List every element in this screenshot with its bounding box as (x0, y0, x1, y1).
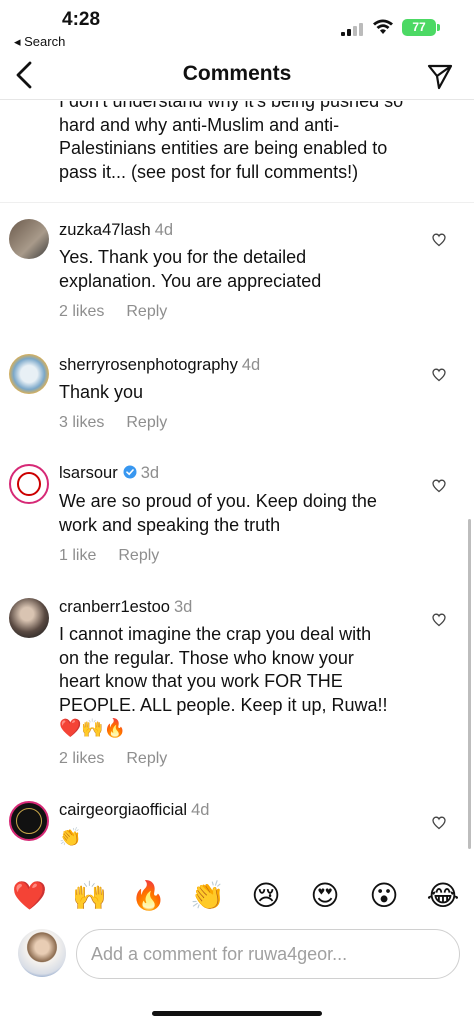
comment-time: 4d (241, 356, 261, 374)
username-text[interactable]: cranberr1estoo (59, 598, 170, 616)
comment-time: 3d (173, 598, 193, 616)
emoji-surprised-button[interactable]: 😮 (367, 879, 401, 913)
caption-line: pass it... (see post for full comments!) (59, 161, 359, 182)
username-text[interactable]: zuzka47lash (59, 221, 151, 239)
like-heart-icon[interactable] (432, 613, 446, 627)
reply-button[interactable]: Reply (118, 547, 159, 564)
comment-line: We are so proud of you. Keep doing the (59, 491, 377, 511)
comment-time: 4d (191, 801, 210, 819)
likes-count[interactable]: 2 likes (59, 303, 104, 320)
divider (0, 202, 474, 203)
likes-count[interactable]: 2 likes (59, 750, 104, 767)
cellular-signal-icon (341, 23, 365, 36)
comment-meta: 1 like Reply (59, 547, 181, 565)
comment-text: Yes. Thank you for the detailed explanat… (59, 246, 429, 293)
comment-meta: 2 likes Reply (59, 750, 189, 768)
emoji-crying-button[interactable]: 😢 (249, 879, 283, 913)
comment-text: We are so proud of you. Keep doing the w… (59, 490, 429, 537)
comments-list[interactable]: I don't understand why it's being pushed… (0, 101, 474, 864)
username-text[interactable]: lsarsour (59, 464, 118, 482)
reply-button[interactable]: Reply (126, 750, 167, 767)
avatar-logo-icon (16, 808, 42, 834)
comment-line: 👏 (59, 827, 82, 847)
comment-meta: 3 likes Reply (59, 414, 189, 432)
reply-button[interactable]: Reply (126, 303, 167, 320)
username-text[interactable]: sherryrosenphotography (59, 356, 238, 374)
like-heart-icon[interactable] (432, 368, 446, 382)
battery-indicator: 77 (402, 19, 440, 36)
like-heart-icon[interactable] (432, 479, 446, 493)
comment-line: PEOPLE. ALL people. Keep it up, Ruwa!! (59, 694, 388, 715)
emoji-clap-button[interactable]: 👏 (190, 879, 225, 913)
avatar (18, 929, 66, 977)
caption-line: Palestinians entities are being enabled … (59, 138, 388, 158)
emoji-laughing-button[interactable]: 😂 (426, 879, 460, 913)
username-text[interactable]: cairgeorgiaofficial (59, 801, 187, 819)
comment-username[interactable]: cairgeorgiaofficial 4d (59, 801, 209, 820)
send-direct-icon[interactable] (426, 62, 454, 90)
wifi-icon (373, 19, 393, 34)
comment-line: I cannot imagine the crap you deal with (59, 624, 372, 644)
comment-line: ❤️🙌🔥 (59, 718, 127, 738)
comment-line: explanation. You are appreciated (59, 270, 322, 291)
comments-header: Comments (0, 52, 474, 100)
comment-line: on the regular. Those who know your (59, 647, 354, 668)
like-heart-icon[interactable] (432, 816, 446, 830)
page-title: Comments (182, 62, 292, 85)
comment-input[interactable] (76, 929, 460, 979)
emoji-heart-button[interactable]: ❤️ (12, 879, 47, 913)
comment-text: 👏 (59, 826, 429, 850)
back-to-search-link[interactable]: ◂ Search (14, 34, 65, 50)
status-time: 4:28 (62, 9, 101, 30)
reply-button[interactable]: Reply (126, 414, 167, 431)
comment-composer (0, 925, 474, 985)
emoji-quick-bar: ❤️ 🙌 🔥 👏 😢 😍 😮 😂 (0, 871, 474, 921)
comment-time: 3d (140, 464, 160, 482)
likes-count[interactable]: 1 like (59, 547, 96, 564)
emoji-heart-eyes-button[interactable]: 😍 (308, 879, 342, 913)
caption-line: I don't understand why it's being pushed… (59, 101, 404, 111)
home-indicator[interactable] (152, 1011, 322, 1016)
comment-line: Yes. Thank you for the detailed (59, 247, 307, 267)
comment-username[interactable]: zuzka47lash 4d (59, 221, 173, 240)
avatar[interactable] (9, 801, 49, 841)
caption-line: hard and why anti-Muslim and anti- (59, 114, 340, 135)
likes-count[interactable]: 3 likes (59, 414, 104, 431)
status-bar: 4:28 ◂ Search 77 (0, 0, 474, 50)
avatar[interactable] (9, 598, 49, 638)
comment-line: Thank you (59, 382, 144, 402)
scrollbar[interactable] (468, 519, 471, 849)
like-heart-icon[interactable] (432, 233, 446, 247)
comment-meta: 2 likes Reply (59, 303, 189, 321)
avatar[interactable] (9, 219, 49, 259)
avatar[interactable] (9, 464, 49, 504)
emoji-raised-hands-button[interactable]: 🙌 (72, 879, 107, 913)
post-caption: I don't understand why it's being pushed… (59, 101, 459, 184)
avatar[interactable] (9, 354, 49, 394)
comment-time: 4d (154, 221, 174, 239)
comment-line: work and speaking the truth (59, 514, 281, 535)
comment-username[interactable]: lsarsour 3d (59, 464, 159, 483)
comment-username[interactable]: sherryrosenphotography 4d (59, 356, 260, 375)
verified-badge-icon (123, 465, 137, 479)
comment-text: Thank you (59, 381, 429, 405)
comment-line: heart know that you work FOR THE (59, 671, 343, 691)
emoji-fire-button[interactable]: 🔥 (131, 879, 166, 913)
comment-username[interactable]: cranberr1estoo 3d (59, 598, 192, 617)
comment-text: I cannot imagine the crap you deal with … (59, 623, 429, 741)
avatar-badge-icon (17, 472, 41, 496)
